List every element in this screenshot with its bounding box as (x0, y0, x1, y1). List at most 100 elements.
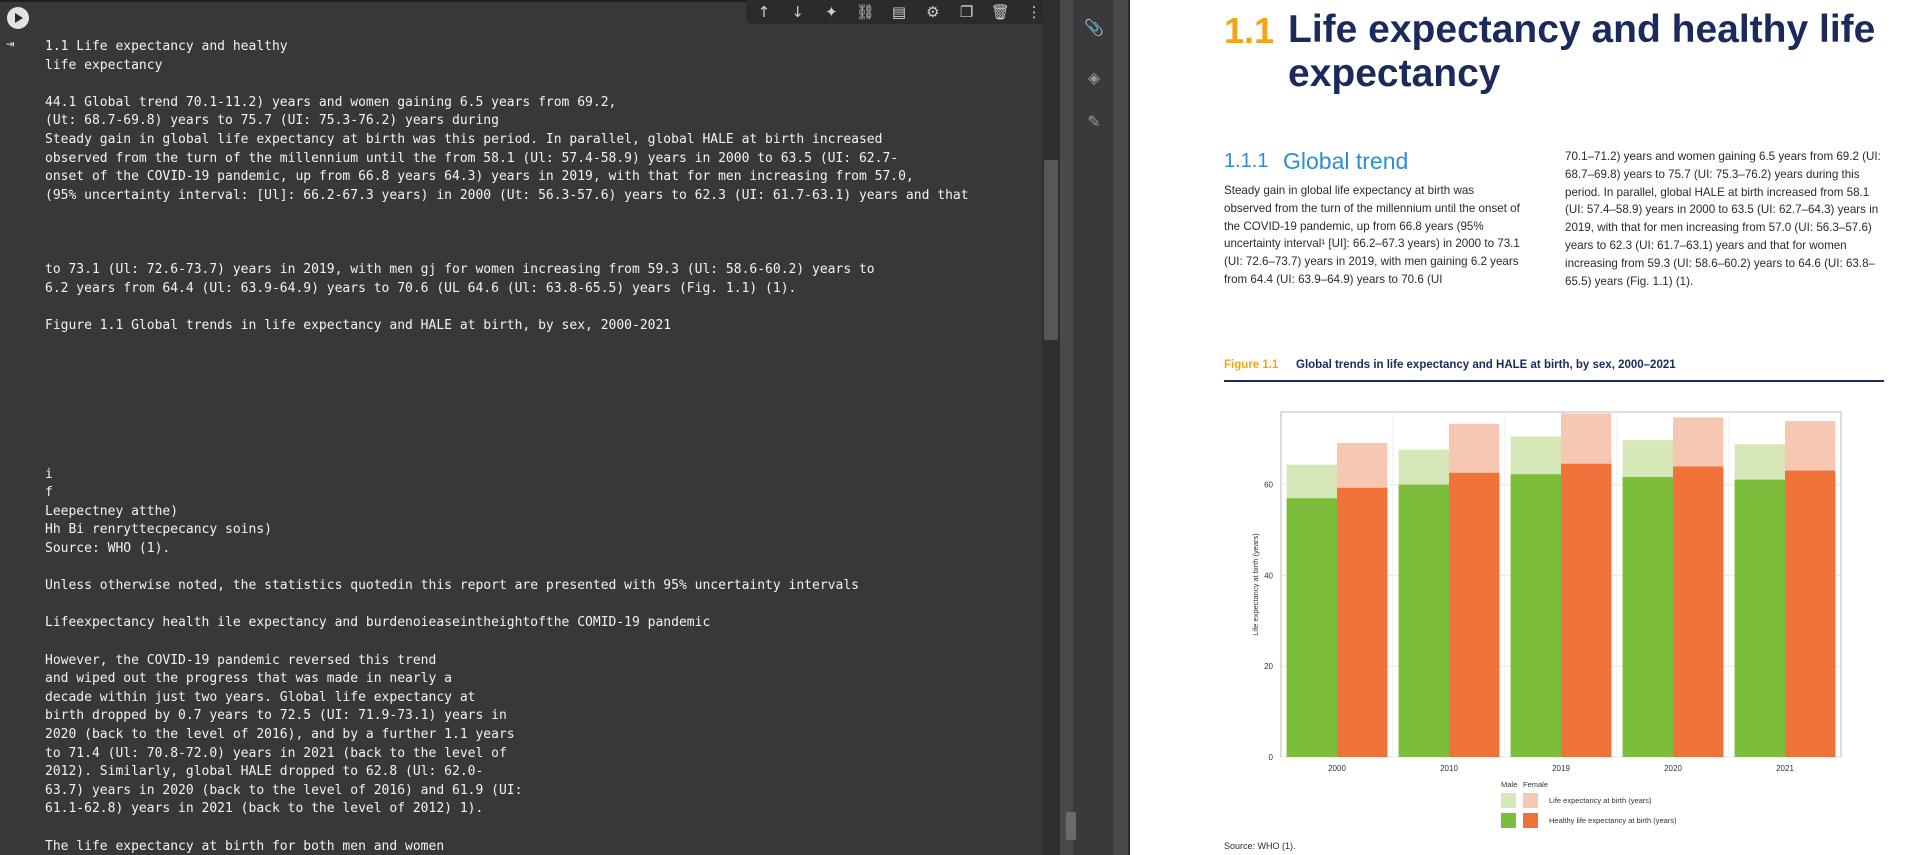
output-line: Hh Bi renryttecpecancy soins) (45, 522, 272, 538)
output-line: to 73.1 (Ul: 72.6-73.7) years in 2019, w… (45, 262, 875, 278)
output-line: Unless otherwise noted, the statistics q… (45, 578, 859, 594)
output-line: Steady gain in global life expectancy at… (45, 131, 883, 147)
trash-icon[interactable]: 🗑 (988, 0, 1012, 24)
section-title: Global trend (1283, 148, 1409, 174)
output-line: onset of the COVID-19 pandemic, up from … (45, 169, 914, 185)
layers-icon[interactable]: ◈ (1083, 66, 1105, 88)
legend-swatch-female (1523, 813, 1538, 828)
output-line: life expectancy (45, 57, 163, 73)
output-line: and wiped out the progress that was made… (45, 671, 452, 687)
bar-male-hale (1622, 476, 1673, 757)
chapter-number: 1.1 (1224, 10, 1275, 51)
output-toggle-icon[interactable]: ⇥ (6, 36, 30, 56)
play-icon (15, 13, 23, 23)
output-line: f (45, 485, 53, 501)
output-line: decade within just two years. Global lif… (45, 689, 476, 705)
output-line: 63.7) years in 2020 (back to the level o… (45, 782, 523, 798)
legend-header-male: Male (1501, 780, 1517, 789)
output-line: birth dropped by 0.7 years to 72.5 (UI: … (45, 708, 507, 724)
x-tick-label: 2021 (1776, 764, 1794, 773)
bar-female-hale (1785, 470, 1836, 757)
link-icon[interactable]: ⛓ (853, 0, 877, 24)
y-axis-label: Life expectancy at birth (years) (1251, 533, 1260, 636)
output-line: The life expectancy at birth for both me… (45, 838, 445, 854)
output-line: 61.1-62.8) years in 2021 (back to the le… (45, 801, 484, 817)
legend-header-female: Female (1523, 780, 1548, 789)
body-column-2: 70.1–71.2) years and women gaining 6.5 y… (1565, 150, 1881, 288)
output-line: (95% uncertainty interval: [Ul]: 66.2-67… (45, 187, 969, 203)
body-column-1: Steady gain in global life expectancy at… (1224, 184, 1520, 286)
cell-output-text: 1.1 Life expectancy and healthy life expe… (45, 38, 1035, 855)
output-scrollbar[interactable] (1042, 0, 1060, 855)
output-line: 2020 (back to the level of 2016), and by… (45, 726, 515, 742)
resize-handle[interactable] (1066, 812, 1076, 840)
output-line: Figure 1.1 Global trends in life expecta… (45, 317, 672, 333)
legend-label: Life expectancy at birth (years) (1549, 796, 1652, 805)
legend-swatch-male (1501, 793, 1516, 808)
bar-female-hale (1673, 466, 1724, 757)
figure-source: Source: WHO (1). (1224, 841, 1296, 851)
run-cell-button[interactable] (7, 7, 29, 29)
paperclip-icon[interactable]: 📎 (1083, 16, 1105, 38)
bar-male-hale (1286, 498, 1337, 757)
x-tick-label: 2000 (1328, 764, 1346, 773)
figure-label: Figure 1.1 (1224, 359, 1279, 371)
output-line: However, the COVID-19 pandemic reversed … (45, 652, 437, 668)
output-line: 2012). Similarly, global HALE dropped to… (45, 764, 484, 780)
output-line: i (45, 466, 53, 482)
output-line: Leepectney atthe) (45, 503, 179, 519)
x-tick-label: 2020 (1664, 764, 1682, 773)
legend-label: Healthy life expectancy at birth (years) (1549, 816, 1677, 825)
x-tick-label: 2010 (1440, 764, 1458, 773)
figure-title: Global trends in life expectancy and HAL… (1296, 359, 1676, 371)
bar-male-hale (1734, 479, 1785, 757)
bar-male-hale (1398, 484, 1449, 757)
arrow-down-icon[interactable]: ↓ (786, 0, 810, 24)
chapter-title: Life expectancy and healthy life expecta… (1288, 8, 1876, 95)
edit-icon[interactable]: ✎ (1083, 110, 1105, 132)
y-tick-label: 40 (1264, 571, 1273, 580)
sparkle-icon[interactable]: ✦ (820, 0, 844, 24)
output-scrollbar-thumb[interactable] (1044, 160, 1058, 340)
y-tick-label: 60 (1264, 481, 1273, 490)
bar-female-hale (1561, 463, 1612, 757)
output-line: Source: WHO (1). (45, 541, 171, 557)
bar-female-hale (1337, 487, 1388, 757)
legend-swatch-female (1523, 793, 1538, 808)
output-line: 1.1 Life expectancy and healthy (45, 39, 288, 54)
y-tick-label: 0 (1269, 753, 1274, 762)
x-tick-label: 2019 (1552, 764, 1570, 773)
arrow-up-icon[interactable]: ↑ (752, 0, 776, 24)
output-line: 6.2 years from 64.4 (Ul: 63.9-64.9) year… (45, 280, 797, 296)
bar-female-hale (1449, 472, 1500, 757)
copy-icon[interactable]: ❐ (955, 0, 979, 24)
output-line: to 71.4 (Ul: 70.8-72.0) years in 2021 (b… (45, 745, 507, 761)
gear-icon[interactable]: ⚙ (921, 0, 945, 24)
legend-swatch-male (1501, 813, 1516, 828)
output-line: 44.1 Global trend 70.1-11.2) years and w… (45, 94, 617, 110)
output-line: (Ut: 68.7-69.8) years to 75.7 (UI: 75.3-… (45, 113, 499, 129)
comment-icon[interactable]: ▤ (887, 0, 911, 24)
life-expectancy-chart: 0 20 40 60 Life expectancy at birth (years) 2… (1251, 411, 1842, 828)
output-line: Lifeexpectancy health ile expectancy and… (45, 615, 711, 631)
section-number: 1.1.1 (1224, 150, 1269, 172)
output-line: observed from the turn of the millennium… (45, 150, 899, 166)
bar-male-hale (1510, 474, 1561, 757)
y-tick-label: 20 (1264, 662, 1273, 671)
